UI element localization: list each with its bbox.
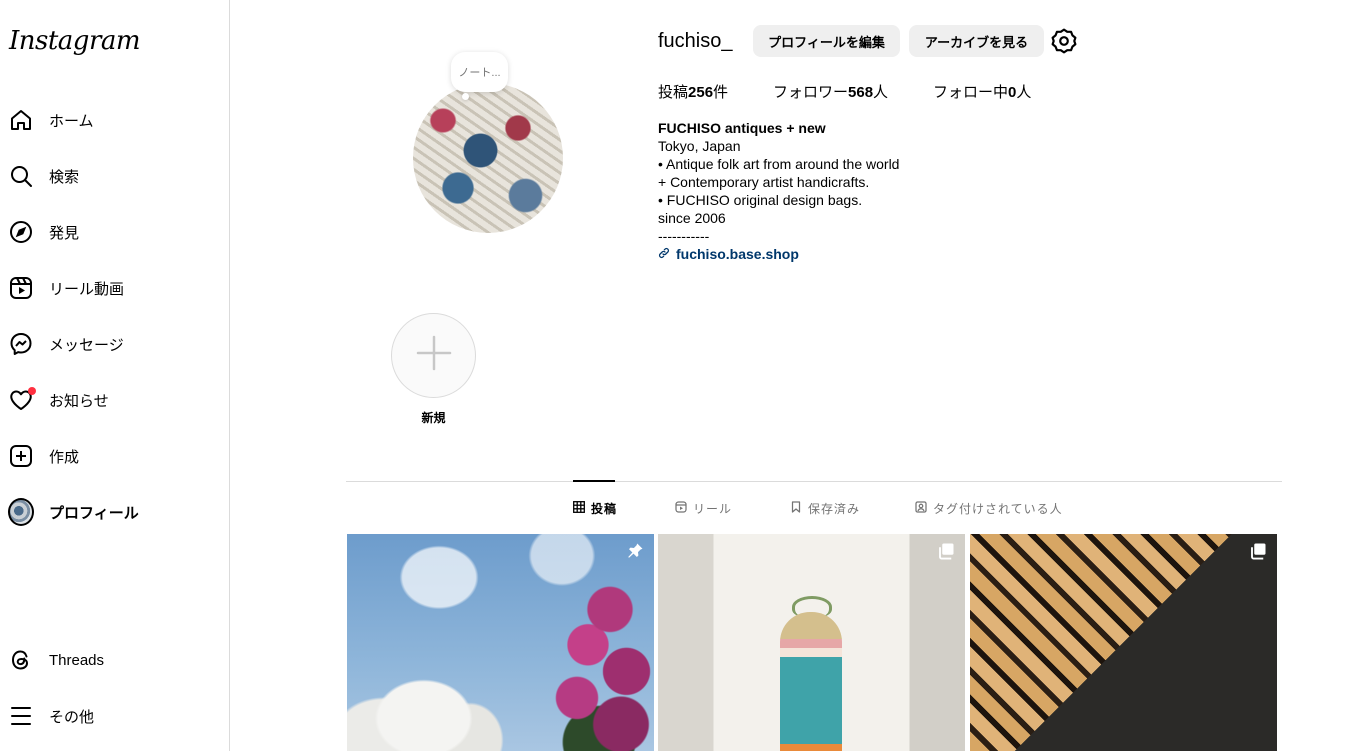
tab-saved[interactable]: 保存済み (790, 500, 860, 517)
tab-active-indicator (573, 480, 615, 482)
sidebar-item-reels[interactable]: リール動画 (0, 264, 229, 312)
plus-icon (414, 333, 454, 378)
link-icon (658, 245, 670, 263)
sidebar-item-create[interactable]: 作成 (0, 432, 229, 480)
bio: FUCHISO antiques + new Tokyo, Japan • An… (658, 119, 899, 263)
sidebar: Instagram ホーム 検索 発見 リール動画 メッセージ お知らせ 作成 … (0, 0, 230, 751)
bio-link[interactable]: fuchiso.base.shop (658, 245, 899, 263)
sidebar-item-profile[interactable]: プロフィール (0, 488, 229, 536)
bio-line: + Contemporary artist handicrafts. (658, 174, 870, 190)
messenger-icon (8, 331, 34, 357)
sidebar-item-notifications[interactable]: お知らせ (0, 376, 229, 424)
sidebar-item-threads[interactable]: Threads (0, 636, 229, 684)
home-icon (8, 107, 34, 133)
sidebar-item-label: お知らせ (49, 392, 109, 410)
sidebar-item-search[interactable]: 検索 (0, 152, 229, 200)
tab-reels[interactable]: リール (675, 500, 732, 517)
bio-line: ----------- (658, 228, 710, 244)
following-count[interactable]: フォロー中0人 (933, 81, 1031, 102)
post-thumbnail[interactable] (970, 534, 1277, 751)
note-bubble[interactable]: ノート... (451, 52, 508, 92)
post-thumbnail[interactable] (658, 534, 965, 751)
post-thumbnail[interactable] (347, 534, 654, 751)
view-archive-button[interactable]: アーカイブを見る (909, 25, 1044, 57)
sidebar-item-label: 発見 (49, 224, 80, 242)
threads-icon (8, 647, 34, 673)
carousel-icon (937, 542, 955, 560)
reels-icon (8, 275, 34, 301)
tab-tagged[interactable]: タグ付けされている人 (915, 500, 1063, 517)
sidebar-item-home[interactable]: ホーム (0, 96, 229, 144)
tab-posts[interactable]: 投稿 (573, 500, 617, 517)
new-highlight-button[interactable] (391, 313, 476, 398)
display-name: FUCHISO antiques + new (658, 120, 826, 136)
profile-picture[interactable] (413, 83, 563, 233)
sidebar-item-label: リール動画 (49, 280, 125, 298)
notification-dot (28, 387, 36, 395)
sidebar-item-explore[interactable]: 発見 (0, 208, 229, 256)
sidebar-item-label: 作成 (49, 448, 80, 466)
grid-icon (573, 501, 585, 516)
heart-icon (8, 387, 36, 413)
pin-icon (626, 542, 644, 560)
carousel-icon (1249, 542, 1267, 560)
avatar (8, 498, 34, 526)
bio-line: Tokyo, Japan (658, 138, 741, 154)
bio-line: • Antique folk art from around the world (658, 156, 900, 172)
plus-square-icon (8, 443, 34, 469)
tab-label: リール (693, 502, 733, 516)
posts-count: 投稿256件 (658, 84, 729, 101)
search-icon (8, 163, 34, 189)
bio-line: since 2006 (658, 210, 726, 226)
menu-icon (8, 703, 34, 729)
post-image (780, 612, 842, 751)
sidebar-item-more[interactable]: その他 (0, 692, 229, 740)
sidebar-item-messages[interactable]: メッセージ (0, 320, 229, 368)
compass-icon (8, 219, 34, 245)
tab-label: 投稿 (591, 502, 618, 516)
tab-label: 保存済み (808, 502, 861, 516)
sidebar-item-label: ホーム (49, 112, 94, 130)
sidebar-item-label: 検索 (49, 168, 80, 186)
reels-icon (675, 501, 687, 516)
note-bubble-tail (462, 93, 469, 100)
post-image (544, 574, 654, 751)
tagged-icon (915, 501, 927, 516)
bio-line: • FUCHISO original design bags. (658, 192, 863, 208)
tab-label: タグ付けされている人 (933, 502, 1063, 516)
tabs-divider (346, 481, 1282, 482)
sidebar-item-label: Threads (49, 651, 105, 669)
username: fuchiso_ (658, 30, 733, 52)
edit-profile-button[interactable]: プロフィールを編集 (753, 25, 900, 57)
gear-icon[interactable] (1051, 28, 1077, 54)
sidebar-item-label: メッセージ (49, 336, 124, 354)
sidebar-item-label: その他 (49, 708, 95, 726)
sidebar-item-label: プロフィール (49, 504, 139, 522)
new-highlight-label: 新規 (421, 411, 446, 425)
instagram-logo[interactable]: Instagram (9, 26, 141, 56)
bookmark-icon (790, 501, 802, 516)
bio-link-text: fuchiso.base.shop (676, 246, 799, 262)
followers-count[interactable]: フォロワー568人 (773, 81, 888, 102)
